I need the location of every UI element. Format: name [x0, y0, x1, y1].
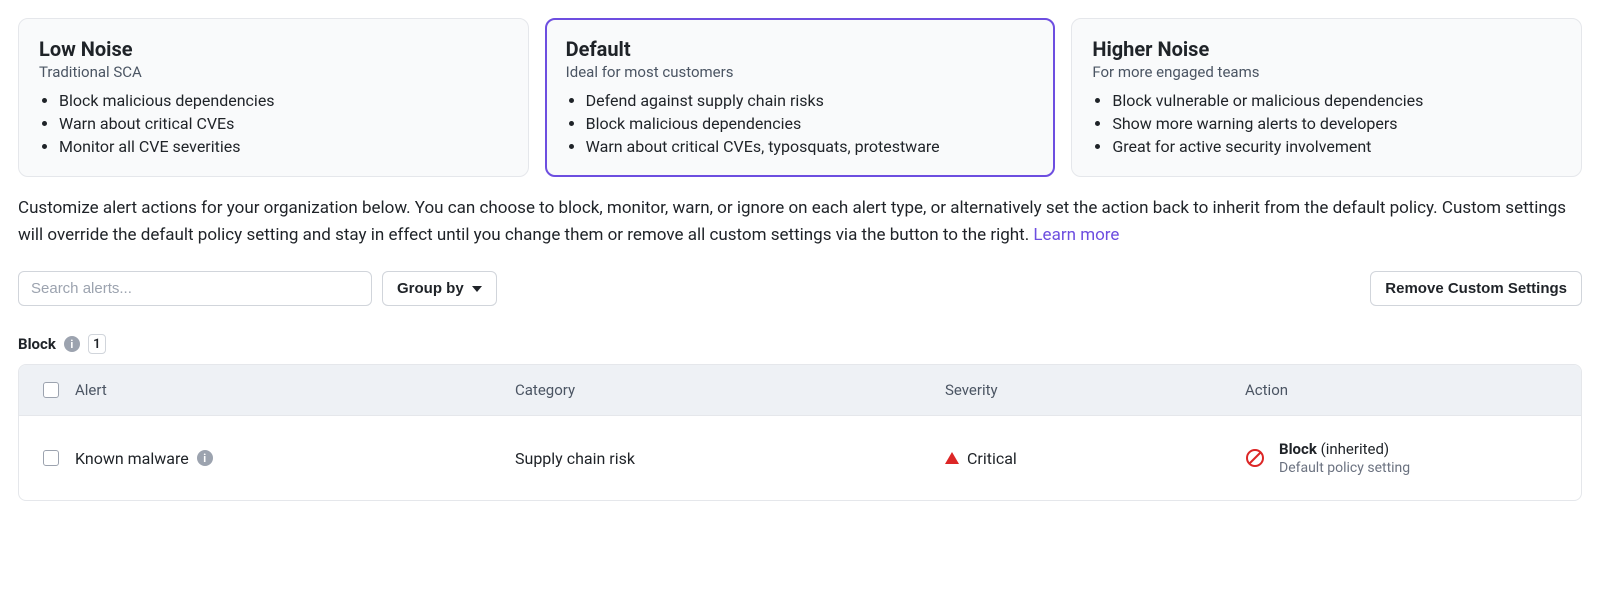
alerts-table: Alert Category Severity Action Known mal… [18, 364, 1582, 501]
learn-more-link[interactable]: Learn more [1033, 225, 1119, 245]
policy-card-low-noise[interactable]: Low Noise Traditional SCA Block maliciou… [18, 18, 529, 177]
description-body: Customize alert actions for your organiz… [18, 198, 1566, 245]
policy-card-higher-noise[interactable]: Higher Noise For more engaged teams Bloc… [1071, 18, 1582, 177]
policy-bullets: Defend against supply chain risks Block … [566, 91, 1035, 156]
description-text: Customize alert actions for your organiz… [18, 195, 1582, 249]
section-label-text: Block [18, 335, 56, 353]
policy-title: Higher Noise [1092, 37, 1561, 61]
select-all-checkbox[interactable] [43, 382, 59, 398]
policy-subtitle: Ideal for most customers [566, 63, 1035, 81]
action-label: Block [1279, 440, 1317, 458]
row-checkbox[interactable] [43, 450, 59, 466]
policy-bullet: Block malicious dependencies [59, 91, 508, 110]
alert-category: Supply chain risk [515, 449, 945, 468]
policy-bullet: Defend against supply chain risks [586, 91, 1035, 110]
policy-bullets: Block malicious dependencies Warn about … [39, 91, 508, 156]
search-input[interactable] [18, 271, 372, 306]
header-severity: Severity [945, 381, 1245, 399]
section-header: Block i 1 [18, 334, 1582, 354]
table-row: Known malware i Supply chain risk Critic… [19, 416, 1581, 500]
policy-subtitle: For more engaged teams [1092, 63, 1561, 81]
header-action: Action [1245, 381, 1561, 399]
policy-title: Low Noise [39, 37, 508, 61]
chevron-down-icon [472, 286, 482, 292]
header-alert: Alert [75, 381, 515, 399]
policy-bullet: Great for active security involvement [1112, 137, 1561, 156]
remove-custom-settings-button[interactable]: Remove Custom Settings [1370, 271, 1582, 306]
policy-bullet: Show more warning alerts to developers [1112, 114, 1561, 133]
policy-title: Default [566, 37, 1035, 61]
info-icon[interactable]: i [64, 336, 80, 352]
policy-bullet: Block vulnerable or malicious dependenci… [1112, 91, 1561, 110]
table-header-row: Alert Category Severity Action [19, 365, 1581, 416]
action-cell[interactable]: Block (inherited) Default policy setting [1279, 440, 1410, 476]
policy-card-default[interactable]: Default Ideal for most customers Defend … [545, 18, 1056, 177]
policy-subtitle: Traditional SCA [39, 63, 508, 81]
action-suffix: (inherited) [1321, 440, 1390, 458]
action-sub: Default policy setting [1279, 460, 1410, 476]
policy-bullet: Warn about critical CVEs [59, 114, 508, 133]
block-icon [1245, 448, 1265, 468]
policy-bullet: Monitor all CVE severities [59, 137, 508, 156]
controls-row: Group by Remove Custom Settings [18, 271, 1582, 306]
section-count: 1 [88, 334, 106, 354]
remove-custom-label: Remove Custom Settings [1385, 280, 1567, 297]
alert-name: Known malware [75, 449, 189, 468]
policy-bullet: Warn about critical CVEs, typosquats, pr… [586, 137, 1035, 156]
policy-bullet: Block malicious dependencies [586, 114, 1035, 133]
info-icon[interactable]: i [197, 450, 213, 466]
severity-label: Critical [967, 449, 1017, 468]
group-by-label: Group by [397, 280, 464, 297]
header-category: Category [515, 381, 945, 399]
severity-triangle-icon [945, 452, 959, 464]
group-by-button[interactable]: Group by [382, 271, 497, 306]
policy-bullets: Block vulnerable or malicious dependenci… [1092, 91, 1561, 156]
policy-cards: Low Noise Traditional SCA Block maliciou… [18, 18, 1582, 177]
